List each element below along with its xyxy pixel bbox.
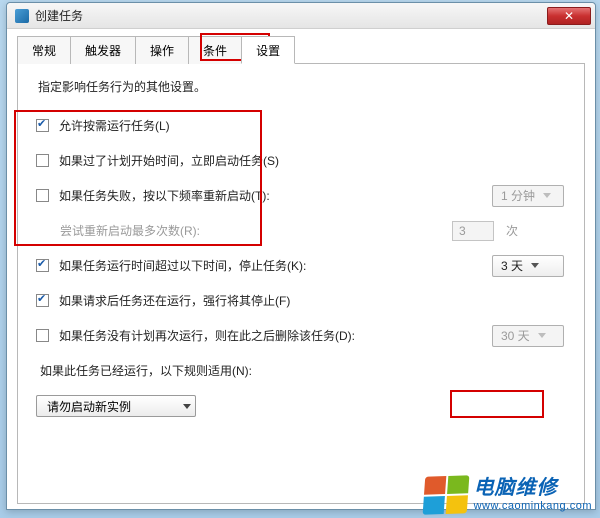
label-retry-unit: 次 [506, 222, 518, 239]
checkbox-allow-on-demand[interactable] [36, 119, 49, 132]
tab-general[interactable]: 常规 [17, 36, 71, 64]
combo-delete-duration[interactable]: 30 天 [492, 325, 564, 347]
row-allow-on-demand: 允许按需运行任务(L) [36, 117, 568, 134]
row-retry-count: 尝试重新启动最多次数(R): 次 [60, 222, 568, 239]
tab-label: 操作 [150, 44, 174, 58]
tab-label: 触发器 [85, 44, 121, 58]
checkbox-run-if-missed[interactable] [36, 154, 49, 167]
combo-value: 1 分钟 [501, 187, 535, 204]
label-allow-on-demand: 允许按需运行任务(L) [59, 117, 170, 134]
titlebar: 创建任务 ✕ [7, 3, 595, 29]
checkbox-force-stop[interactable] [36, 294, 49, 307]
chevron-down-icon [183, 404, 191, 409]
tab-label: 条件 [203, 44, 227, 58]
close-button[interactable]: ✕ [547, 7, 591, 25]
combo-value: 30 天 [501, 327, 530, 344]
row-delete-after: 如果任务没有计划再次运行，则在此之后删除该任务(D): 30 天 [36, 327, 568, 344]
tab-label: 设置 [256, 44, 280, 58]
chevron-down-icon [531, 263, 539, 268]
label-retry-count: 尝试重新启动最多次数(R): [60, 222, 200, 239]
app-icon [15, 9, 29, 23]
input-retry-count[interactable] [452, 221, 494, 241]
pane-description: 指定影响任务行为的其他设置。 [38, 78, 568, 95]
label-stop-after: 如果任务运行时间超过以下时间，停止任务(K): [59, 257, 306, 274]
label-restart-on-fail: 如果任务失败，按以下频率重新启动(T): [59, 187, 270, 204]
window-title: 创建任务 [35, 7, 547, 24]
tab-label: 常规 [32, 44, 56, 58]
chevron-down-icon [543, 193, 551, 198]
checkbox-delete-after[interactable] [36, 329, 49, 342]
label-delete-after: 如果任务没有计划再次运行，则在此之后删除该任务(D): [59, 327, 355, 344]
tab-triggers[interactable]: 触发器 [70, 36, 136, 64]
annotation-highlight [450, 390, 544, 418]
task-dialog: 创建任务 ✕ 常规 触发器 操作 条件 设置 指定影响任务行为的其他设置。 允许… [6, 2, 596, 510]
label-running-rule: 如果此任务已经运行，以下规则适用(N): [40, 362, 568, 379]
tab-settings[interactable]: 设置 [241, 36, 295, 64]
combo-value: 3 天 [501, 257, 523, 274]
tab-actions[interactable]: 操作 [135, 36, 189, 64]
combo-stop-duration[interactable]: 3 天 [492, 255, 564, 277]
combo-value: 请勿启动新实例 [47, 398, 131, 415]
chevron-down-icon [538, 333, 546, 338]
close-icon: ✕ [564, 9, 574, 23]
row-restart-on-fail: 如果任务失败，按以下频率重新启动(T): 1 分钟 [36, 187, 568, 204]
checkbox-restart-on-fail[interactable] [36, 189, 49, 202]
checkbox-stop-after[interactable] [36, 259, 49, 272]
combo-restart-interval[interactable]: 1 分钟 [492, 185, 564, 207]
combo-running-rule[interactable]: 请勿启动新实例 [36, 395, 196, 417]
tab-conditions[interactable]: 条件 [188, 36, 242, 64]
settings-pane: 指定影响任务行为的其他设置。 允许按需运行任务(L) 如果过了计划开始时间，立即… [17, 64, 585, 504]
content-area: 常规 触发器 操作 条件 设置 指定影响任务行为的其他设置。 允许按需运行任务(… [7, 29, 595, 514]
row-stop-after: 如果任务运行时间超过以下时间，停止任务(K): 3 天 [36, 257, 568, 274]
label-force-stop: 如果请求后任务还在运行，强行将其停止(F) [59, 292, 290, 309]
row-run-if-missed: 如果过了计划开始时间，立即启动任务(S) [36, 152, 568, 169]
tab-strip: 常规 触发器 操作 条件 设置 [17, 35, 585, 64]
row-force-stop: 如果请求后任务还在运行，强行将其停止(F) [36, 292, 568, 309]
label-run-if-missed: 如果过了计划开始时间，立即启动任务(S) [59, 152, 279, 169]
